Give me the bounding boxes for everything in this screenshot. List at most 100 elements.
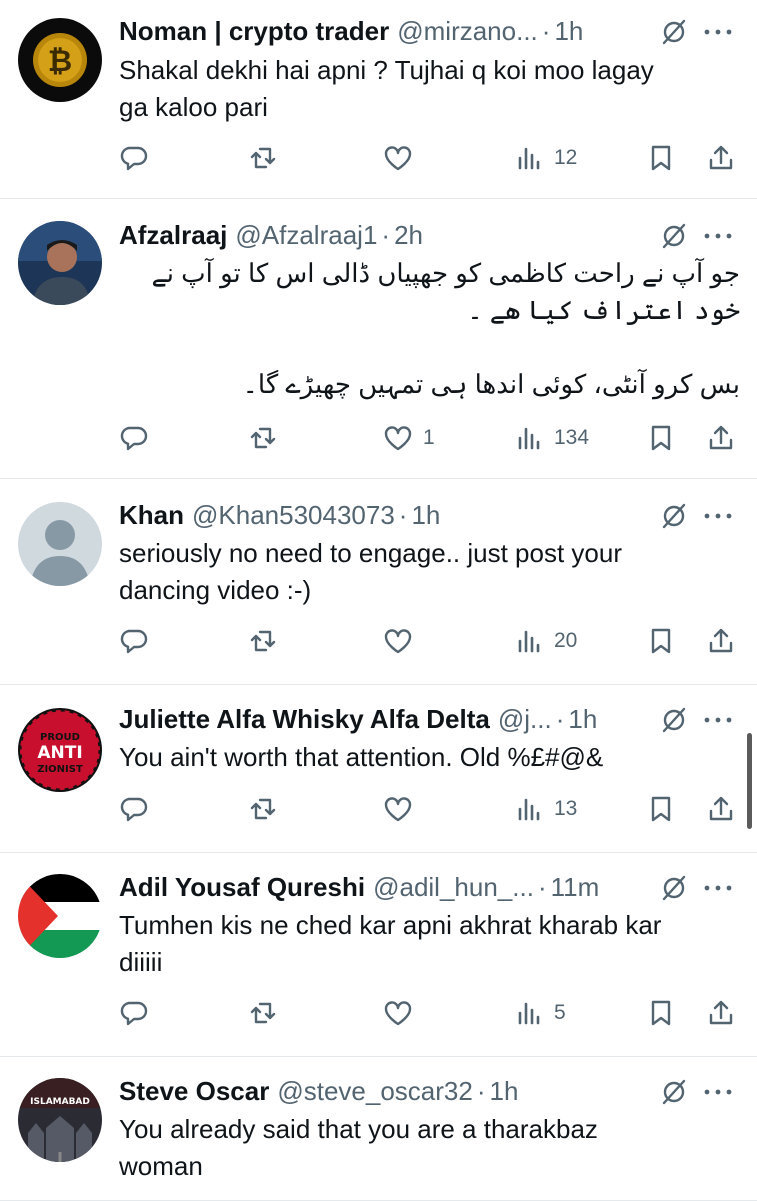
separator-dot: · — [381, 219, 391, 250]
tweet-text-line: You already said that you are a tharakba… — [119, 1114, 598, 1144]
like-button[interactable] — [383, 626, 413, 656]
action-bar: 12 — [0, 138, 757, 178]
tweet-text-line: ga kaloo pari — [119, 92, 268, 122]
views-button[interactable]: 13 — [514, 794, 577, 824]
author-name[interactable]: Adil Yousaf Qureshi — [119, 872, 365, 903]
tweet-text-line: جو آپ نے راحت کاظمی کو جھپیاں ڈالی اس کا… — [151, 258, 740, 288]
retweet-button[interactable] — [248, 626, 278, 656]
retweet-button[interactable] — [248, 143, 278, 173]
author-name[interactable]: Steve Oscar — [119, 1076, 269, 1107]
timestamp[interactable]: 1h — [568, 704, 597, 735]
bookmark-button[interactable] — [646, 794, 676, 824]
retweet-button[interactable] — [248, 794, 278, 824]
avatar-image — [18, 874, 102, 958]
more-button[interactable] — [701, 1077, 735, 1107]
share-button[interactable] — [706, 423, 736, 453]
tweet-reply[interactable]: Adil Yousaf Qureshi @adil_hun_... · 11m Tumh… — [0, 852, 757, 1057]
timestamp[interactable]: 11m — [551, 872, 600, 903]
views-button[interactable]: 134 — [514, 423, 589, 453]
bookmark-icon — [651, 425, 671, 451]
bookmark-button[interactable] — [646, 998, 676, 1028]
tweet-text-line: Shakal dekhi hai apni ? Tujhai q koi moo… — [119, 55, 654, 85]
scrollbar[interactable] — [747, 733, 752, 829]
more-button[interactable] — [701, 705, 735, 735]
grok-button[interactable] — [659, 873, 689, 903]
tweet-text-line: diiiii — [119, 947, 163, 977]
reply-button[interactable] — [119, 998, 149, 1028]
share-button[interactable] — [706, 143, 736, 173]
author-handle[interactable]: @Khan53043073 — [192, 500, 395, 531]
reply-button[interactable] — [119, 423, 149, 453]
avatar[interactable]: PROUD ANTI ZIONIST — [18, 708, 102, 792]
timestamp[interactable]: 1h — [554, 16, 583, 47]
timestamp[interactable]: 2h — [394, 220, 423, 251]
more-icon — [704, 885, 732, 891]
more-button[interactable] — [701, 501, 735, 531]
more-icon — [704, 1089, 732, 1095]
views-button[interactable]: 12 — [514, 143, 577, 173]
tweet-reply[interactable]: ISLAMABAD Steve Oscar @steve_oscar32 · 1h You… — [0, 1056, 757, 1201]
views-icon — [518, 798, 540, 821]
grok-button[interactable] — [659, 221, 689, 251]
retweet-button[interactable] — [248, 423, 278, 453]
tweet-reply[interactable]: PROUD ANTI ZIONIST Juliette Alfa Whisky Alf… — [0, 684, 757, 853]
like-button[interactable] — [383, 794, 413, 824]
more-button[interactable] — [701, 873, 735, 903]
more-icon — [704, 717, 732, 723]
author-name[interactable]: Noman | crypto trader — [119, 16, 389, 47]
bookmark-button[interactable] — [646, 423, 676, 453]
retweet-button[interactable] — [248, 998, 278, 1028]
retweet-icon — [250, 1002, 276, 1024]
reply-icon — [120, 629, 148, 654]
grok-button[interactable] — [659, 1077, 689, 1107]
more-button[interactable] — [701, 17, 735, 47]
share-button[interactable] — [706, 998, 736, 1028]
reply-button[interactable] — [119, 626, 149, 656]
action-bar: 13 — [0, 789, 757, 829]
reply-icon — [120, 146, 148, 171]
share-button[interactable] — [706, 794, 736, 824]
views-count: 134 — [554, 426, 590, 449]
reply-icon — [120, 797, 148, 822]
author-name[interactable]: Khan — [119, 500, 184, 531]
author-handle[interactable]: @adil_hun_... — [373, 872, 534, 903]
avatar[interactable]: ISLAMABAD — [18, 1078, 102, 1162]
avatar-image: ISLAMABAD — [18, 1078, 102, 1162]
tweet-reply[interactable]: Afzalraaj @Afzalraaj1 · 2h جو آپ نے راحت کاظ… — [0, 198, 757, 479]
bookmark-button[interactable] — [646, 143, 676, 173]
author-handle[interactable]: @steve_oscar32 — [277, 1076, 473, 1107]
author-handle[interactable]: @Afzalraaj1 — [235, 220, 377, 251]
tweet-reply[interactable]: ₿ Noman | crypto trader @mirzano... · 1h Shak… — [0, 0, 757, 199]
grok-button[interactable] — [659, 17, 689, 47]
reply-button[interactable] — [119, 794, 149, 824]
views-count: 12 — [554, 146, 578, 169]
like-button[interactable] — [383, 998, 413, 1028]
grok-button[interactable] — [659, 501, 689, 531]
like-button[interactable]: 1 — [383, 423, 435, 453]
more-icon — [704, 29, 732, 35]
views-button[interactable]: 5 — [514, 998, 566, 1028]
avatar[interactable] — [18, 221, 102, 305]
timestamp[interactable]: 1h — [411, 500, 440, 531]
bookmark-icon — [651, 628, 671, 654]
share-icon — [709, 425, 733, 450]
tweet-reply[interactable]: Khan @Khan53043073 · 1h seriously no need to… — [0, 478, 757, 685]
author-name[interactable]: Juliette Alfa Whisky Alfa Delta — [119, 704, 490, 735]
avatar[interactable]: ₿ — [18, 18, 102, 102]
avatar[interactable] — [18, 502, 102, 586]
reply-button[interactable] — [119, 143, 149, 173]
more-button[interactable] — [701, 221, 735, 251]
timestamp[interactable]: 1h — [490, 1076, 519, 1107]
avatar[interactable] — [18, 874, 102, 958]
action-bar: 1 134 — [0, 418, 757, 458]
share-button[interactable] — [706, 626, 736, 656]
author-handle[interactable]: @mirzano... — [397, 16, 538, 47]
like-button[interactable] — [383, 143, 413, 173]
more-icon — [704, 513, 732, 519]
grok-button[interactable] — [659, 705, 689, 735]
author-handle[interactable]: @j... — [498, 704, 552, 735]
author-name[interactable]: Afzalraaj — [119, 220, 227, 251]
more-icon — [704, 233, 732, 239]
bookmark-button[interactable] — [646, 626, 676, 656]
views-button[interactable]: 20 — [514, 626, 577, 656]
